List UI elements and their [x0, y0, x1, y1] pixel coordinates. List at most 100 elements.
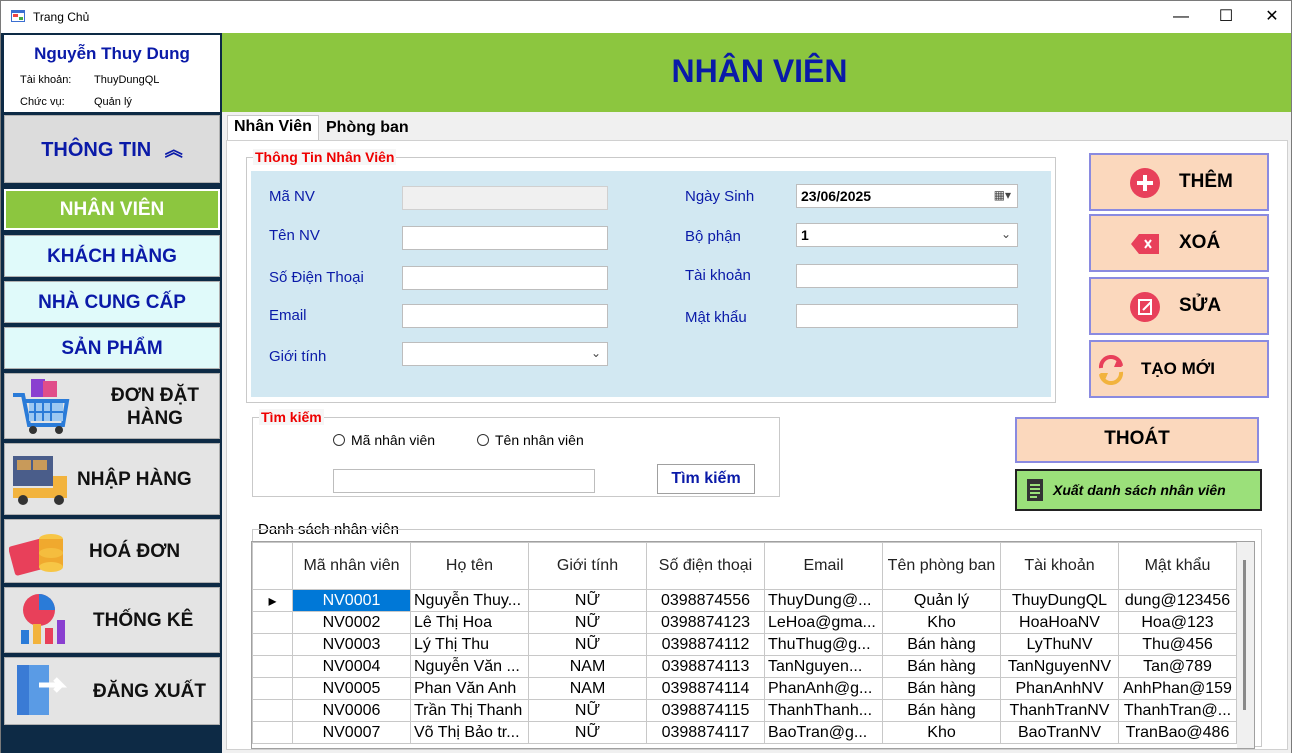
table-cell[interactable]: PhanAnhNV [1000, 677, 1119, 700]
table-cell[interactable]: dung@123456 [1118, 589, 1237, 612]
table-cell[interactable]: BaoTranNV [1000, 721, 1119, 744]
export-button[interactable]: Xuất danh sách nhân viên [1015, 469, 1262, 511]
table-cell[interactable]: Phan Văn Anh [410, 677, 529, 700]
table-cell[interactable]: ThuyDungQL [1000, 589, 1119, 612]
minimize-button[interactable]: — [1158, 1, 1204, 33]
ngay-sinh-picker[interactable]: 23/06/2025 ▦▾ [796, 184, 1018, 208]
table-row[interactable]: NV0004 Nguyễn Văn ... NAM 0398874113 TanNguy… [252, 655, 1237, 678]
sidebar-item-nhap-hang[interactable]: NHẬP HÀNG [4, 443, 220, 515]
table-cell[interactable]: ThuThug@g... [764, 633, 883, 656]
table-cell[interactable]: HoaHoaNV [1000, 611, 1119, 634]
table-row[interactable]: ▸ NV0001 Nguyễn Thuy... NỮ 0398874556 ThuyDun… [252, 589, 1237, 612]
table-cell[interactable]: TranBao@486 [1118, 721, 1237, 744]
search-by-name-radio[interactable]: Tên nhân viên [477, 432, 584, 448]
sidebar-item-nha-cung-cap[interactable]: NHÀ CUNG CẤP [4, 281, 220, 323]
table-cell[interactable]: Nguyễn Văn ... [410, 655, 529, 678]
row-header[interactable] [252, 677, 293, 700]
column-header[interactable]: Giới tính [528, 542, 647, 590]
table-cell[interactable]: NV0007 [292, 721, 411, 744]
table-row[interactable]: NV0003 Lý Thị Thu NỮ 0398874112 ThuThug@g...… [252, 633, 1237, 656]
tab-nhan-vien[interactable]: Nhân Viên [227, 115, 319, 141]
table-cell[interactable]: Bán hàng [882, 633, 1001, 656]
column-header[interactable]: Tài khoản [1000, 542, 1119, 590]
table-cell[interactable]: TanNguyenNV [1000, 655, 1119, 678]
search-input[interactable] [333, 469, 595, 493]
email-field[interactable] [402, 304, 608, 328]
table-cell[interactable]: NỮ [528, 611, 647, 634]
sidebar-item-san-pham[interactable]: SẢN PHẨM [4, 327, 220, 369]
table-cell[interactable]: NV0001 [292, 589, 411, 612]
edit-button[interactable]: SỬA [1089, 277, 1269, 335]
table-cell[interactable]: NAM [528, 655, 647, 678]
column-header[interactable]: Mã nhân viên [292, 542, 411, 590]
table-cell[interactable]: Quản lý [882, 589, 1001, 612]
table-cell[interactable]: NAM [528, 677, 647, 700]
row-header[interactable] [252, 699, 293, 722]
row-header[interactable] [252, 655, 293, 678]
search-button[interactable]: Tìm kiếm [657, 464, 755, 494]
table-cell[interactable]: Trần Thị Thanh [410, 699, 529, 722]
column-header[interactable]: Số điện thoại [646, 542, 765, 590]
table-cell[interactable]: Lê Thị Hoa [410, 611, 529, 634]
current-row-indicator[interactable]: ▸ [252, 589, 293, 612]
table-cell[interactable]: 0398874123 [646, 611, 765, 634]
table-cell[interactable]: 0398874113 [646, 655, 765, 678]
sidebar-item-thong-ke[interactable]: THỐNG KÊ [4, 587, 220, 653]
table-cell[interactable]: ThanhTranNV [1000, 699, 1119, 722]
table-cell[interactable]: Bán hàng [882, 655, 1001, 678]
tai-khoan-field[interactable] [796, 264, 1018, 288]
sidebar-item-hoa-don[interactable]: HOÁ ĐƠN [4, 519, 220, 583]
table-cell[interactable]: NV0003 [292, 633, 411, 656]
sidebar-item-nhan-vien[interactable]: NHÂN VIÊN [4, 189, 220, 230]
table-cell[interactable]: LyThuNV [1000, 633, 1119, 656]
table-cell[interactable]: PhanAnh@g... [764, 677, 883, 700]
ten-nv-field[interactable] [402, 226, 608, 250]
table-cell[interactable]: BaoTran@g... [764, 721, 883, 744]
add-button[interactable]: THÊM [1089, 153, 1269, 211]
table-row[interactable]: NV0007 Võ Thị Bảo tr... NỮ 0398874117 BaoTra… [252, 721, 1237, 744]
table-cell[interactable]: NỮ [528, 721, 647, 744]
table-cell[interactable]: Hoa@123 [1118, 611, 1237, 634]
mat-khau-field[interactable] [796, 304, 1018, 328]
new-button[interactable]: TẠO MỚI [1089, 340, 1269, 398]
table-cell[interactable]: NỮ [528, 589, 647, 612]
table-cell[interactable]: Võ Thị Bảo tr... [410, 721, 529, 744]
table-cell[interactable]: ThanhTran@... [1118, 699, 1237, 722]
delete-button[interactable]: XOÁ [1089, 214, 1269, 272]
row-header[interactable] [252, 633, 293, 656]
table-cell[interactable]: 0398874112 [646, 633, 765, 656]
maximize-button[interactable]: ☐ [1203, 1, 1249, 33]
table-cell[interactable]: Kho [882, 721, 1001, 744]
table-cell[interactable]: NV0004 [292, 655, 411, 678]
table-cell[interactable]: 0398874556 [646, 589, 765, 612]
table-cell[interactable]: Bán hàng [882, 677, 1001, 700]
table-cell[interactable]: ThuyDung@... [764, 589, 883, 612]
scrollbar-thumb[interactable] [1243, 560, 1246, 710]
table-cell[interactable]: Kho [882, 611, 1001, 634]
table-cell[interactable]: TanNguyen... [764, 655, 883, 678]
table-cell[interactable]: NỮ [528, 633, 647, 656]
close-button[interactable]: ✕ [1249, 1, 1292, 33]
column-header[interactable]: Họ tên [410, 542, 529, 590]
table-row[interactable]: NV0002 Lê Thị Hoa NỮ 0398874123 LeHoa@gma...… [252, 611, 1237, 634]
sidebar-info-button[interactable]: THÔNG TIN ︽ [4, 115, 220, 183]
table-cell[interactable]: AnhPhan@159 [1118, 677, 1237, 700]
table-cell[interactable]: 0398874114 [646, 677, 765, 700]
table-row[interactable]: NV0005 Phan Văn Anh NAM 0398874114 PhanAnh@g… [252, 677, 1237, 700]
table-cell[interactable]: Lý Thị Thu [410, 633, 529, 656]
sidebar-item-dang-xuat[interactable]: ĐĂNG XUẤT [4, 657, 220, 725]
table-cell[interactable]: LeHoa@gma... [764, 611, 883, 634]
table-cell[interactable]: Thu@456 [1118, 633, 1237, 656]
table-cell[interactable]: ThanhThanh... [764, 699, 883, 722]
row-header[interactable] [252, 721, 293, 744]
table-cell[interactable]: 0398874117 [646, 721, 765, 744]
table-cell[interactable]: 0398874115 [646, 699, 765, 722]
column-header[interactable]: Tên phòng ban [882, 542, 1001, 590]
column-header[interactable]: Email [764, 542, 883, 590]
column-header[interactable]: Mật khẩu [1118, 542, 1237, 590]
sidebar-item-don-dat-hang[interactable]: ĐƠN ĐẶT HÀNG [4, 373, 220, 439]
sidebar-item-khach-hang[interactable]: KHÁCH HÀNG [4, 235, 220, 277]
vertical-scrollbar[interactable] [1237, 542, 1254, 748]
search-by-id-radio[interactable]: Mã nhân viên [333, 432, 435, 448]
table-cell[interactable]: NỮ [528, 699, 647, 722]
